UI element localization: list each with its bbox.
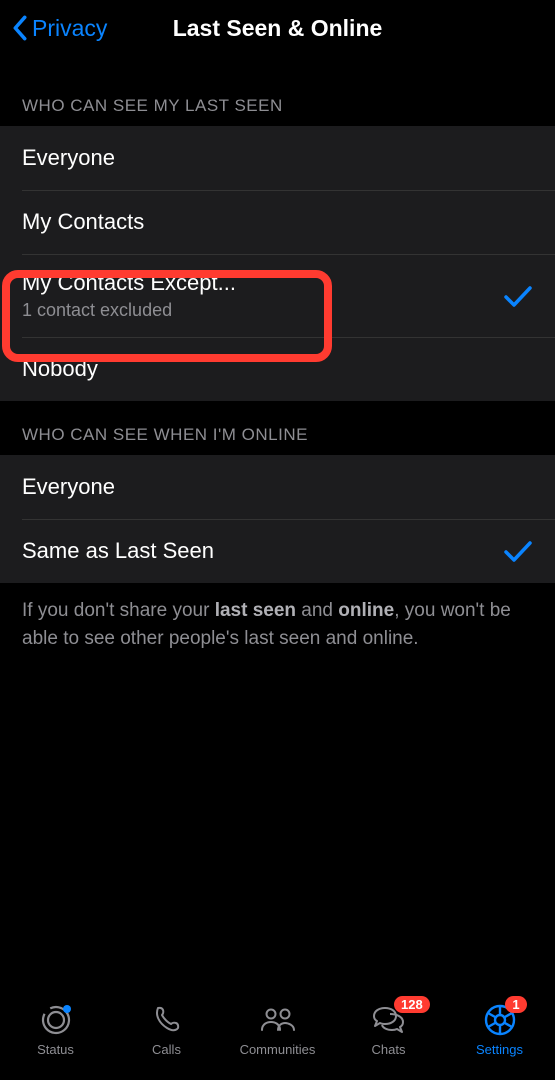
footer-note: If you don't share your last seen and on… [0, 583, 555, 666]
section-header-last-seen: WHO CAN SEE MY LAST SEEN [0, 56, 555, 126]
option-nobody[interactable]: Nobody [0, 337, 555, 401]
tab-communities[interactable]: Communities [222, 1002, 333, 1057]
tab-calls[interactable]: Calls [111, 1002, 222, 1057]
option-my-contacts[interactable]: My Contacts [0, 190, 555, 254]
option-online-everyone[interactable]: Everyone [0, 455, 555, 519]
badge-count: 1 [505, 996, 527, 1013]
communities-icon [258, 1002, 298, 1038]
last-seen-list: Everyone My Contacts My Contacts Except.… [0, 126, 555, 401]
status-icon [39, 1002, 73, 1038]
back-button[interactable]: Privacy [12, 15, 107, 42]
checkmark-icon [503, 539, 533, 563]
online-list: Everyone Same as Last Seen [0, 455, 555, 583]
option-label: My Contacts [22, 209, 144, 235]
tab-label: Chats [372, 1042, 406, 1057]
chevron-left-icon [12, 15, 28, 41]
tab-label: Calls [152, 1042, 181, 1057]
option-sublabel: 1 contact excluded [22, 300, 236, 321]
tab-label: Communities [240, 1042, 316, 1057]
option-label: My Contacts Except... [22, 270, 236, 296]
option-same-as-last-seen[interactable]: Same as Last Seen [0, 519, 555, 583]
phone-icon [151, 1002, 183, 1038]
tab-bar: Status Calls Communities 128 Chats 1 [0, 992, 555, 1080]
section-header-online: WHO CAN SEE WHEN I'M ONLINE [0, 401, 555, 455]
option-label: Nobody [22, 356, 98, 382]
option-everyone[interactable]: Everyone [0, 126, 555, 190]
option-my-contacts-except[interactable]: My Contacts Except... 1 contact excluded [0, 254, 555, 337]
badge-count: 128 [394, 996, 430, 1013]
option-label: Everyone [22, 145, 115, 171]
back-label: Privacy [32, 15, 107, 42]
tab-status[interactable]: Status [0, 1002, 111, 1057]
option-label: Same as Last Seen [22, 538, 214, 564]
option-label: Everyone [22, 474, 115, 500]
checkmark-icon [503, 284, 533, 308]
tab-settings[interactable]: 1 Settings [444, 1002, 555, 1057]
tab-chats[interactable]: 128 Chats [333, 1002, 444, 1057]
nav-header: Privacy Last Seen & Online [0, 0, 555, 56]
tab-label: Status [37, 1042, 74, 1057]
tab-label: Settings [476, 1042, 523, 1057]
